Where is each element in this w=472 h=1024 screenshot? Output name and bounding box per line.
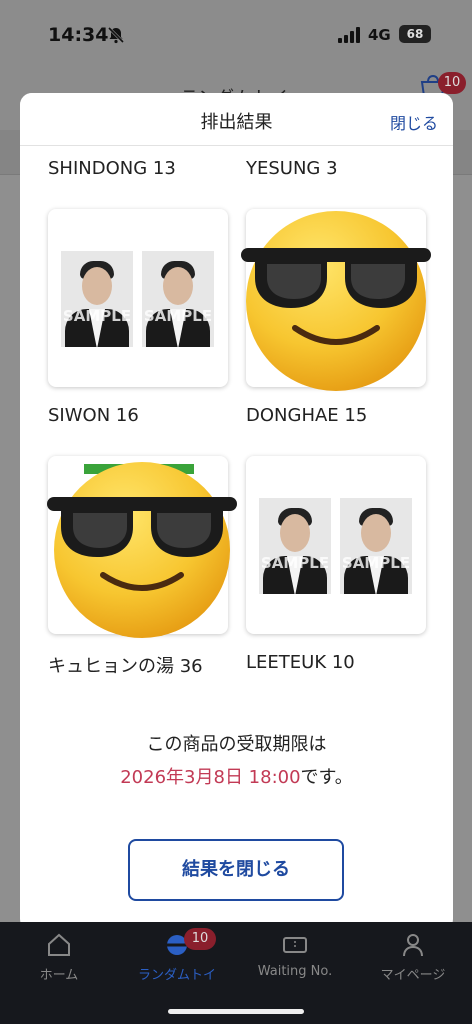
item-label: YESUNG 3 — [246, 158, 338, 179]
nav-waiting-label: Waiting No. — [257, 964, 333, 979]
deadline-notice: この商品の受取期限は — [146, 734, 327, 755]
nav-mypage-label: マイページ — [380, 968, 446, 983]
sample-watermark: SAMPLE — [143, 307, 213, 325]
status-bar: 14:34 4G 68 — [0, 0, 472, 70]
sample-watermark: SAMPLE — [260, 554, 330, 572]
item-label: LEETEUK 10 — [246, 652, 355, 673]
sunglasses-emoji-icon — [241, 211, 431, 391]
home-indicator — [168, 1009, 304, 1014]
close-results-button[interactable]: 結果を閉じる — [128, 839, 344, 901]
result-card[interactable]: SAMPLE SAMPLE — [246, 456, 426, 634]
bell-muted-icon — [107, 26, 125, 44]
status-time: 14:34 — [48, 24, 109, 46]
item-label: DONGHAE 15 — [246, 405, 368, 426]
member-photo: SAMPLE — [61, 251, 133, 347]
sample-watermark: SAMPLE — [62, 307, 132, 325]
deadline-date: 2026年3月8日 18:00 — [120, 767, 301, 788]
result-card[interactable]: SAMPLE SAMPLE — [48, 209, 228, 387]
signal-icon — [338, 27, 360, 43]
sample-watermark: SAMPLE — [341, 554, 411, 572]
modal-close-link[interactable]: 閉じる — [390, 110, 438, 134]
deadline-suffix: です。 — [300, 767, 353, 788]
ticket-icon — [283, 937, 307, 953]
nav-home[interactable]: ホーム — [0, 932, 118, 983]
sunglasses-emoji-icon — [47, 462, 237, 638]
item-label: SHINDONG 13 — [48, 158, 176, 179]
battery-indicator: 68 — [399, 25, 431, 43]
item-label: SIWON 16 — [48, 405, 139, 426]
result-modal: 排出結果 閉じる SHINDONG 13 YESUNG 3 SAMPLE SAM… — [20, 93, 453, 931]
nav-random-toy-label: ランダムトイ — [137, 968, 216, 983]
network-type: 4G — [368, 26, 391, 44]
cart-badge: 10 — [438, 72, 466, 94]
nav-random-toy[interactable]: ランダムトイ — [118, 932, 236, 983]
nav-home-label: ホーム — [39, 968, 79, 983]
nav-waiting[interactable]: Waiting No. — [236, 932, 354, 979]
home-icon — [48, 933, 70, 956]
member-photo: SAMPLE — [340, 498, 412, 594]
member-photo: SAMPLE — [259, 498, 331, 594]
modal-title: 排出結果 — [200, 112, 273, 133]
member-photo: SAMPLE — [142, 251, 214, 347]
item-label: キュヒョンの湯 36 — [48, 656, 203, 677]
nav-mypage[interactable]: マイページ — [354, 932, 472, 983]
nav-badge: 10 — [184, 928, 216, 950]
modal-header: 排出結果 閉じる — [20, 93, 453, 146]
deadline-date-line: 2026年3月8日 18:00です。 — [20, 763, 453, 789]
person-icon — [403, 934, 423, 957]
